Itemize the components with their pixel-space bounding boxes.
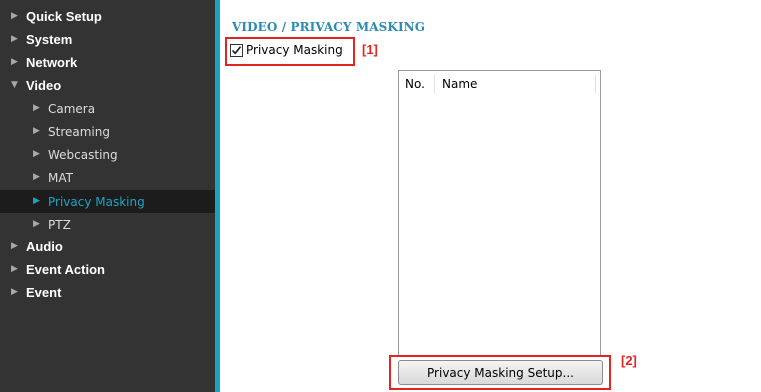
sidebar-item-label: Network bbox=[26, 55, 78, 70]
sidebar-nav: ▶ Quick Setup ▶ System ▶ Network ▼ Video… bbox=[0, 0, 215, 392]
triangle-right-icon: ▶ bbox=[11, 11, 18, 21]
triangle-right-icon: ▶ bbox=[11, 287, 18, 297]
sidebar-item-streaming[interactable]: ▶ Streaming bbox=[0, 120, 215, 143]
sidebar-item-label: Event Action bbox=[26, 262, 105, 277]
triangle-right-icon: ▶ bbox=[33, 172, 40, 182]
sidebar-item-quick-setup[interactable]: ▶ Quick Setup bbox=[0, 5, 215, 28]
sidebar-item-system[interactable]: ▶ System bbox=[0, 28, 215, 51]
sidebar-item-audio[interactable]: ▶ Audio bbox=[0, 235, 215, 258]
sidebar-item-label: Event bbox=[26, 285, 62, 300]
sidebar-item-camera[interactable]: ▶ Camera bbox=[0, 97, 215, 120]
sidebar-item-label: System bbox=[26, 32, 73, 47]
triangle-down-icon: ▼ bbox=[11, 80, 18, 90]
page-title: VIDEO / PRIVACY MASKING bbox=[232, 20, 426, 34]
triangle-right-icon: ▶ bbox=[11, 57, 18, 67]
triangle-right-icon: ▶ bbox=[33, 103, 40, 113]
column-header-name[interactable]: Name bbox=[435, 74, 596, 94]
sidebar-item-video[interactable]: ▼ Video bbox=[0, 74, 215, 97]
triangle-right-icon: ▶ bbox=[33, 126, 40, 136]
sidebar-item-privacy-masking[interactable]: ▶ Privacy Masking bbox=[0, 190, 215, 213]
sidebar-item-webcasting[interactable]: ▶ Webcasting bbox=[0, 143, 215, 166]
sidebar-item-label: Video bbox=[26, 78, 62, 93]
sidebar-item-label: Audio bbox=[26, 239, 63, 254]
sidebar-item-label: Quick Setup bbox=[26, 9, 102, 24]
sidebar-item-label: Privacy Masking bbox=[48, 194, 145, 209]
triangle-right-icon: ▶ bbox=[11, 241, 18, 251]
triangle-right-icon: ▶ bbox=[33, 149, 40, 159]
sidebar-item-label: Webcasting bbox=[48, 147, 118, 162]
sidebar-item-event[interactable]: ▶ Event bbox=[0, 281, 215, 304]
sidebar-item-network[interactable]: ▶ Network bbox=[0, 51, 215, 74]
callout-box-1 bbox=[225, 37, 355, 66]
sidebar-accent-bar bbox=[215, 0, 220, 392]
sidebar-item-ptz[interactable]: ▶ PTZ bbox=[0, 213, 215, 236]
sidebar-item-label: PTZ bbox=[48, 217, 71, 232]
sidebar-item-label: Camera bbox=[48, 101, 96, 116]
callout-label-2: [2] bbox=[621, 353, 637, 368]
sidebar-item-mat[interactable]: ▶ MAT bbox=[0, 166, 215, 189]
triangle-right-icon: ▶ bbox=[33, 196, 40, 206]
triangle-right-icon: ▶ bbox=[11, 34, 18, 44]
triangle-right-icon: ▶ bbox=[33, 219, 40, 229]
mask-list-header: No. Name bbox=[399, 71, 600, 97]
sidebar-item-label: MAT bbox=[48, 170, 73, 185]
column-header-no[interactable]: No. bbox=[399, 74, 435, 94]
triangle-right-icon: ▶ bbox=[11, 264, 18, 274]
callout-box-2 bbox=[389, 355, 611, 390]
sidebar-item-label: Streaming bbox=[48, 124, 110, 139]
callout-label-1: [1] bbox=[362, 42, 378, 57]
privacy-mask-list[interactable]: No. Name bbox=[398, 70, 601, 356]
sidebar-item-event-action[interactable]: ▶ Event Action bbox=[0, 258, 215, 281]
